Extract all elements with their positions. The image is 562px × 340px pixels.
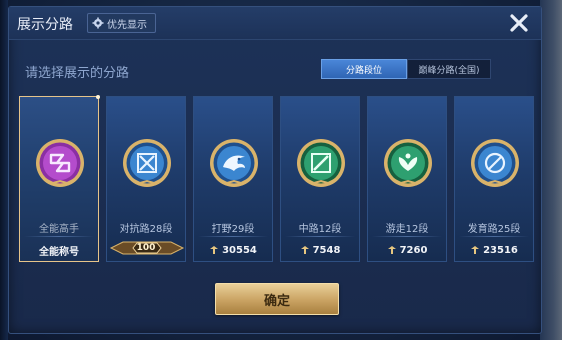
background-edge-left	[0, 0, 8, 340]
lane-card-score: 7548	[281, 240, 359, 260]
rank-points-value: 7260	[399, 244, 428, 256]
rank-points-value: 7548	[312, 244, 341, 256]
lane-card-divider	[459, 236, 529, 237]
lane-card-mid-lane[interactable]: 中路12段 7548	[280, 96, 360, 262]
tab-lane-rank[interactable]: 分路段位	[321, 59, 407, 79]
rank-points-icon	[471, 246, 480, 254]
lane-card-label: 打野29段	[211, 224, 255, 235]
lane-card-all-round[interactable]: 全能高手 全能称号	[19, 95, 100, 262]
farm-lane-badge-icon	[471, 139, 519, 187]
lane-card-jungle[interactable]: 打野29段 30554	[193, 96, 273, 262]
lane-card-roam[interactable]: 游走12段 7260	[367, 96, 447, 262]
lane-card-score: 7260	[368, 240, 446, 260]
rank-points-value: 30554	[222, 244, 257, 256]
dialog-title: 展示分路	[17, 17, 73, 33]
rank-points-icon	[387, 246, 396, 254]
priority-display-label: 优先显示	[107, 19, 147, 31]
star-count: 100	[136, 243, 156, 253]
lane-card-score: 30554	[194, 240, 272, 260]
lane-card-label: 全能高手	[39, 224, 79, 235]
background-edge-right	[540, 0, 562, 340]
rank-points-value: 23516	[483, 244, 518, 256]
lane-mode-toggle: 分路段位 巅峰分路(全国)	[321, 59, 491, 79]
lane-display-dialog: 展示分路 优先显示 请选择展示的分路 分路段位 巅峰分路(全国) 全能高手 全能…	[8, 6, 542, 334]
dialog-header: 展示分路 优先显示	[9, 7, 541, 40]
gear-icon	[92, 17, 104, 29]
all-round-badge-icon	[36, 139, 84, 187]
select-lane-prompt: 请选择展示的分路	[25, 66, 130, 81]
priority-display-button[interactable]: 优先显示	[87, 13, 156, 33]
jungle-badge-icon	[210, 139, 258, 187]
clash-lane-badge-icon	[123, 139, 171, 187]
confirm-button[interactable]: 确定	[215, 283, 339, 315]
lane-card-farm-lane[interactable]: 发育路25段 23516	[454, 96, 534, 262]
roam-badge-icon	[384, 139, 432, 187]
selected-indicator	[96, 95, 100, 99]
lane-card-divider	[198, 236, 268, 237]
rank-points-icon	[210, 246, 219, 254]
all-round-title: 全能称号	[20, 240, 98, 260]
mid-lane-badge-icon	[297, 139, 345, 187]
lane-card-divider	[24, 236, 94, 237]
lane-card-score: 23516	[455, 240, 533, 260]
rank-points-icon	[300, 246, 309, 254]
lane-card-foot-text: 全能称号	[39, 246, 79, 258]
lane-card-label: 中路12段	[298, 224, 342, 235]
lane-card-label: 游走12段	[385, 224, 429, 235]
lane-card-divider	[285, 236, 355, 237]
close-icon[interactable]	[507, 11, 531, 35]
lane-card-clash-lane[interactable]: 对抗路28段 100	[106, 96, 186, 262]
lane-card-label: 对抗路28段	[119, 224, 173, 235]
lane-card-divider	[372, 236, 442, 237]
lane-card-label: 发育路25段	[467, 224, 521, 235]
tab-peak-lane-national[interactable]: 巅峰分路(全国)	[407, 59, 491, 79]
